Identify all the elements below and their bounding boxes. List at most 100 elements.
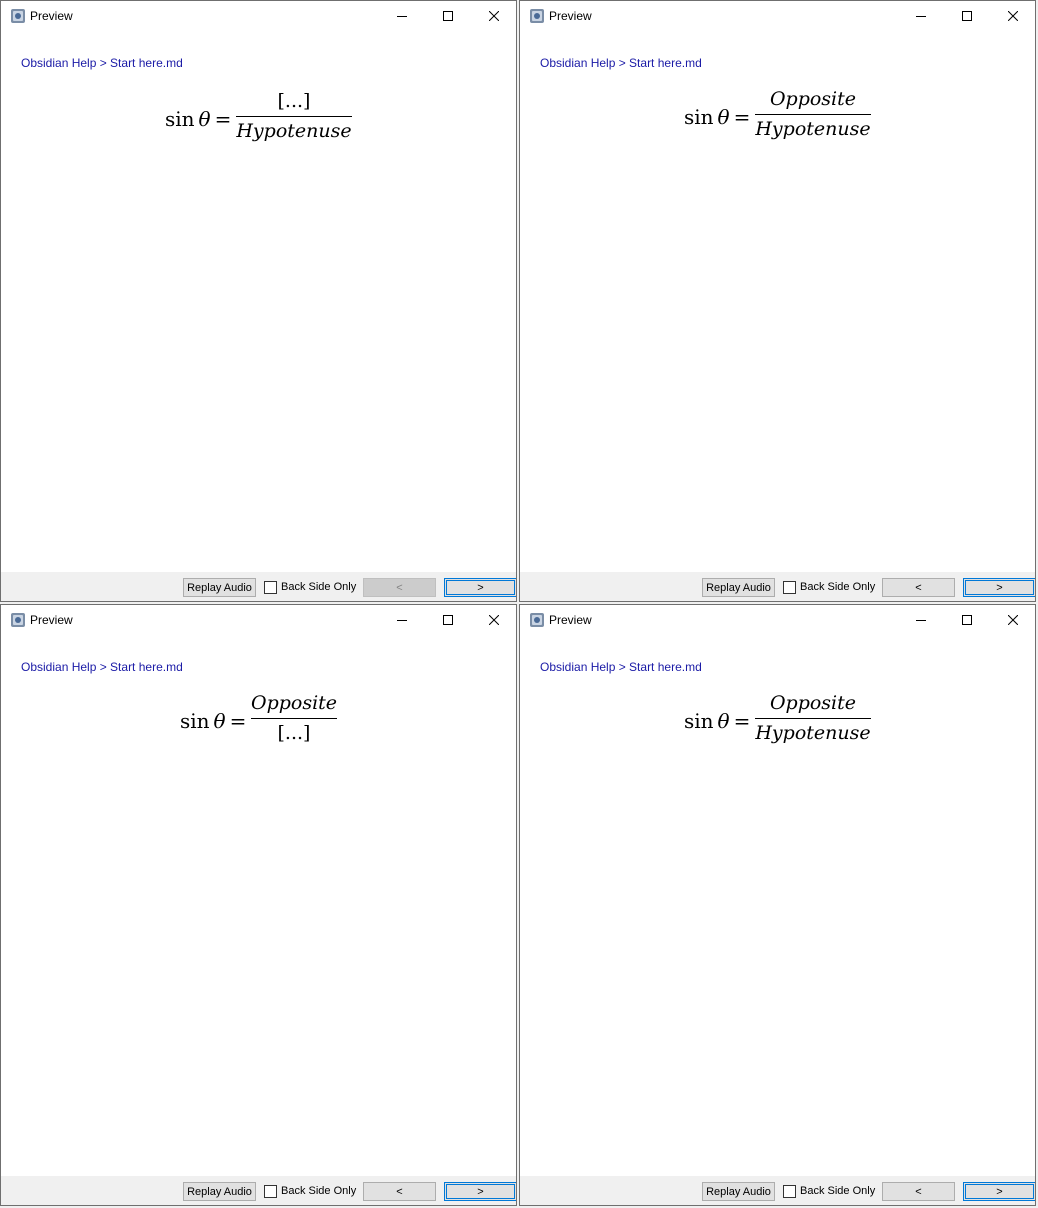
app-icon bbox=[530, 9, 544, 23]
close-icon bbox=[1008, 11, 1018, 21]
window-title: Preview bbox=[549, 613, 592, 627]
back-side-only-checkbox[interactable] bbox=[264, 581, 277, 594]
fraction: Opposite Hypotenuse bbox=[755, 689, 871, 749]
numerator: Opposite bbox=[769, 692, 857, 714]
theta-variable: θ bbox=[717, 105, 730, 129]
minimize-button[interactable] bbox=[380, 1, 424, 31]
breadcrumb: Obsidian Help > Start here.md bbox=[540, 56, 702, 70]
app-icon bbox=[11, 9, 25, 23]
denominator: Hypotenuse bbox=[755, 722, 871, 744]
next-button[interactable]: > bbox=[963, 578, 1035, 597]
back-side-only-checkbox[interactable] bbox=[783, 581, 796, 594]
equals-sign: = bbox=[733, 709, 751, 733]
close-button[interactable] bbox=[472, 1, 516, 31]
sin-function: sin bbox=[165, 107, 195, 131]
app-icon bbox=[11, 613, 25, 627]
bottom-bar: Replay Audio Back Side Only < > bbox=[1, 1176, 516, 1205]
sin-function: sin bbox=[684, 105, 714, 129]
breadcrumb: Obsidian Help > Start here.md bbox=[21, 56, 183, 70]
equals-sign: = bbox=[214, 107, 232, 131]
title-bar[interactable]: Preview bbox=[1, 1, 516, 31]
bottom-bar: Replay Audio Back Side Only < > bbox=[1, 572, 516, 601]
replay-audio-button[interactable]: Replay Audio bbox=[183, 578, 256, 597]
minimize-button[interactable] bbox=[380, 605, 424, 635]
theta-variable: θ bbox=[213, 709, 226, 733]
fraction-bar bbox=[251, 718, 337, 719]
replay-audio-button[interactable]: Replay Audio bbox=[702, 1182, 775, 1201]
close-icon bbox=[489, 11, 499, 21]
close-button[interactable] bbox=[991, 605, 1035, 635]
previous-button[interactable]: < bbox=[882, 578, 955, 597]
formula: sin θ = Opposite [...] bbox=[180, 689, 340, 753]
numerator: [...] bbox=[277, 90, 311, 112]
minimize-icon bbox=[397, 620, 407, 621]
formula: sin θ = [...] Hypotenuse bbox=[165, 87, 355, 151]
formula-lhs: sin θ = bbox=[180, 709, 246, 733]
bottom-bar: Replay Audio Back Side Only < > bbox=[520, 572, 1035, 601]
sin-function: sin bbox=[180, 709, 210, 733]
previous-button[interactable]: < bbox=[882, 1182, 955, 1201]
close-icon bbox=[1008, 615, 1018, 625]
minimize-icon bbox=[916, 16, 926, 17]
maximize-icon bbox=[962, 11, 972, 21]
denominator: [...] bbox=[277, 722, 311, 744]
maximize-icon bbox=[443, 615, 453, 625]
bottom-bar: Replay Audio Back Side Only < > bbox=[520, 1176, 1035, 1205]
maximize-button[interactable] bbox=[945, 605, 989, 635]
theta-variable: θ bbox=[717, 709, 730, 733]
minimize-button[interactable] bbox=[899, 1, 943, 31]
title-bar[interactable]: Preview bbox=[520, 1, 1035, 31]
previous-button[interactable]: < bbox=[363, 1182, 436, 1201]
numerator: Opposite bbox=[769, 88, 857, 110]
minimize-icon bbox=[397, 16, 407, 17]
maximize-button[interactable] bbox=[426, 605, 470, 635]
replay-audio-button[interactable]: Replay Audio bbox=[183, 1182, 256, 1201]
fraction: Opposite Hypotenuse bbox=[755, 85, 871, 145]
back-side-only-label: Back Side Only bbox=[281, 581, 357, 593]
equals-sign: = bbox=[733, 105, 751, 129]
formula-lhs: sin θ = bbox=[165, 107, 231, 131]
next-button[interactable]: > bbox=[444, 1182, 516, 1201]
back-side-only-label: Back Side Only bbox=[800, 581, 876, 593]
window-title: Preview bbox=[549, 9, 592, 23]
close-icon bbox=[489, 615, 499, 625]
close-button[interactable] bbox=[991, 1, 1035, 31]
minimize-button[interactable] bbox=[899, 605, 943, 635]
preview-window: Preview Obsidian Help > Start here.md si… bbox=[0, 604, 517, 1206]
formula-lhs: sin θ = bbox=[684, 709, 750, 733]
replay-audio-button[interactable]: Replay Audio bbox=[702, 578, 775, 597]
back-side-only-label: Back Side Only bbox=[800, 1185, 876, 1197]
close-button[interactable] bbox=[472, 605, 516, 635]
title-bar[interactable]: Preview bbox=[1, 605, 516, 635]
back-side-only-checkbox[interactable] bbox=[783, 1185, 796, 1198]
maximize-button[interactable] bbox=[426, 1, 470, 31]
previous-button[interactable]: < bbox=[363, 578, 436, 597]
next-button[interactable]: > bbox=[444, 578, 516, 597]
numerator: Opposite bbox=[251, 692, 338, 714]
formula-lhs: sin θ = bbox=[684, 105, 750, 129]
back-side-only-checkbox[interactable] bbox=[264, 1185, 277, 1198]
maximize-button[interactable] bbox=[945, 1, 989, 31]
fraction-bar bbox=[755, 718, 871, 719]
breadcrumb: Obsidian Help > Start here.md bbox=[21, 660, 183, 674]
breadcrumb: Obsidian Help > Start here.md bbox=[540, 660, 702, 674]
formula: sin θ = Opposite Hypotenuse bbox=[684, 85, 874, 149]
app-icon bbox=[530, 613, 544, 627]
fraction: Opposite [...] bbox=[251, 689, 337, 749]
denominator: Hypotenuse bbox=[755, 118, 871, 140]
back-side-only-label: Back Side Only bbox=[281, 1185, 357, 1197]
next-button[interactable]: > bbox=[963, 1182, 1035, 1201]
maximize-icon bbox=[443, 11, 453, 21]
title-bar[interactable]: Preview bbox=[520, 605, 1035, 635]
window-title: Preview bbox=[30, 613, 73, 627]
minimize-icon bbox=[916, 620, 926, 621]
preview-window: Preview Obsidian Help > Start here.md si… bbox=[519, 0, 1036, 602]
denominator: Hypotenuse bbox=[236, 120, 352, 142]
preview-window: Preview Obsidian Help > Start here.md si… bbox=[519, 604, 1036, 1206]
maximize-icon bbox=[962, 615, 972, 625]
fraction-bar bbox=[755, 114, 871, 115]
equals-sign: = bbox=[229, 709, 247, 733]
window-title: Preview bbox=[30, 9, 73, 23]
fraction-bar bbox=[236, 116, 352, 117]
preview-window: Preview Obsidian Help > Start here.md si… bbox=[0, 0, 517, 602]
